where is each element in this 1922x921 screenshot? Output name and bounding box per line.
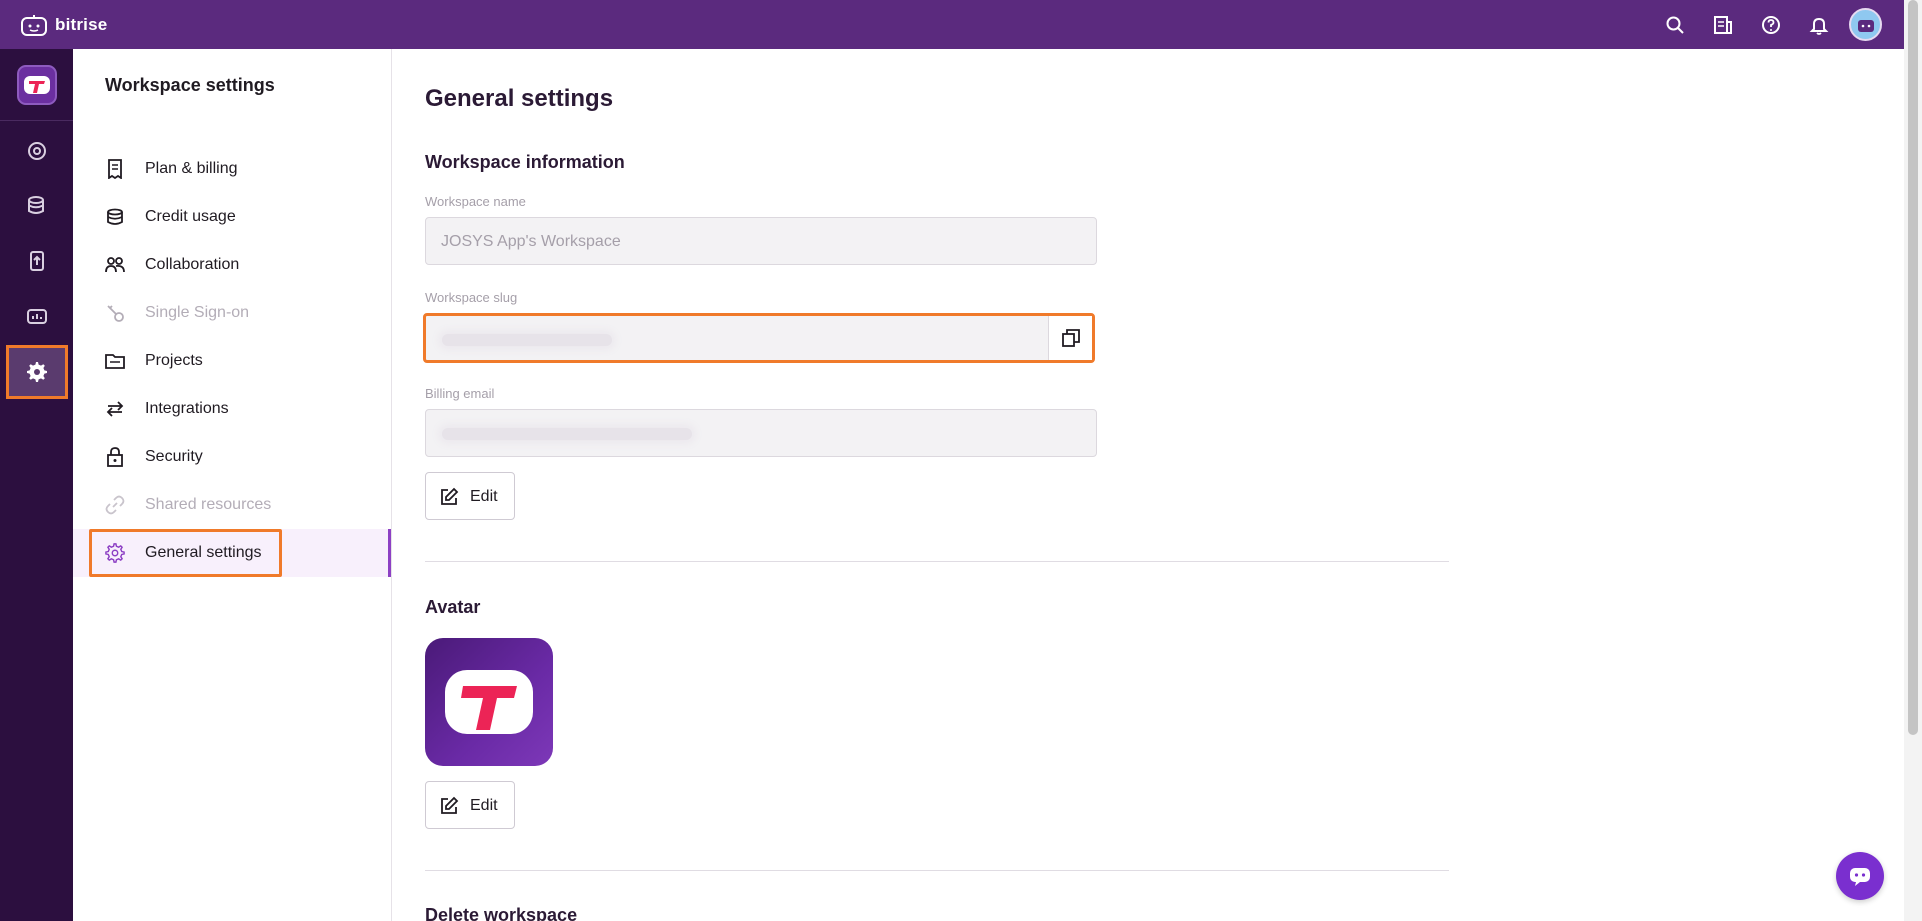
chat-bot-icon [1850,868,1870,886]
sidebar-item-label: Single Sign-on [145,304,250,321]
arrows-icon [105,399,125,419]
bot-avatar-icon [1857,19,1874,32]
gear-icon [105,543,125,563]
sidebar-item-label: General settings [145,544,262,561]
rail-divider [0,120,73,121]
sidebar-item-label: Projects [145,352,203,369]
workspace-name-label: Workspace name [425,194,526,209]
workspace-slug-label: Workspace slug [425,290,518,305]
sidebar-item-general-settings[interactable]: General settings [73,529,391,577]
chat-support-button[interactable] [1836,852,1884,900]
workspace-name-field[interactable]: JOSYS App's Workspace [425,217,1097,265]
edit-icon [439,796,459,821]
workspace-slug-field[interactable] [423,313,1095,363]
lock-icon [105,447,125,467]
page-title: General settings [425,85,614,112]
sidebar-item-shared-resources[interactable]: Shared resources [73,481,391,529]
sso-icon [105,303,125,323]
top-bar: bitrise [0,0,1922,49]
edit-workspace-info-button[interactable]: Edit [425,472,515,520]
folder-icon [105,351,125,371]
workspace-logo[interactable] [17,65,57,105]
edit-button-label: Edit [470,488,498,505]
sidebar-item-label: Collaboration [145,256,240,273]
settings-icon[interactable] [6,345,68,399]
database-icon[interactable] [0,179,73,233]
changelog-icon[interactable] [1699,0,1747,49]
section-title-workspace-information: Workspace information [425,152,625,172]
billing-email-field[interactable] [425,409,1097,457]
bell-icon[interactable] [1795,0,1843,49]
sidebar-title: Workspace settings [105,75,275,95]
sidebar-item-label: Integrations [145,400,229,417]
copy-icon [1061,329,1080,347]
workspace-t-logo-icon [445,670,533,734]
redacted-slug [442,334,612,346]
sidebar-item-integrations[interactable]: Integrations [73,385,391,433]
insights-icon[interactable] [0,289,73,343]
scrollbar-thumb[interactable] [1908,0,1918,735]
coins-icon [105,207,125,227]
receipt-icon [105,159,125,179]
sidebar-item-single-sign-on[interactable]: Single Sign-on [73,289,391,337]
sidebar-item-label: Credit usage [145,208,236,225]
section-title-avatar: Avatar [425,597,481,617]
workspace-t-logo-icon [24,76,50,94]
left-rail [0,49,73,921]
people-icon [105,255,125,275]
sidebar-item-credit-usage[interactable]: Credit usage [73,193,391,241]
brand-name: bitrise [55,14,108,34]
workspace-avatar [425,638,553,766]
section-divider [425,561,1449,562]
link-icon [105,495,125,515]
section-divider [425,870,1449,871]
sidebar-item-label: Shared resources [145,496,272,513]
redacted-email [442,428,692,440]
edit-icon [439,487,459,512]
search-icon[interactable] [1651,0,1699,49]
dashboard-icon[interactable] [0,124,73,178]
brand-logo[interactable]: bitrise [20,14,107,36]
workspace-settings-sidebar: Workspace settings Plan & billing Credit… [73,49,392,921]
edit-avatar-button[interactable]: Edit [425,781,515,829]
sidebar-item-collaboration[interactable]: Collaboration [73,241,391,289]
sidebar-item-security[interactable]: Security [73,433,391,481]
sidebar-item-projects[interactable]: Projects [73,337,391,385]
sidebar-item-plan-billing[interactable]: Plan & billing [73,145,391,193]
user-avatar[interactable] [1849,8,1882,41]
bitrise-logo-icon [21,14,47,36]
sidebar-item-label: Plan & billing [145,160,238,177]
help-icon[interactable] [1747,0,1795,49]
copy-slug-button[interactable] [1048,316,1092,360]
workspace-name-value: JOSYS App's Workspace [441,233,621,250]
release-icon[interactable] [0,234,73,288]
billing-email-label: Billing email [425,386,495,401]
sidebar-item-label: Security [145,448,203,465]
section-title-delete-workspace: Delete workspace [425,905,578,921]
edit-button-label: Edit [470,797,498,814]
